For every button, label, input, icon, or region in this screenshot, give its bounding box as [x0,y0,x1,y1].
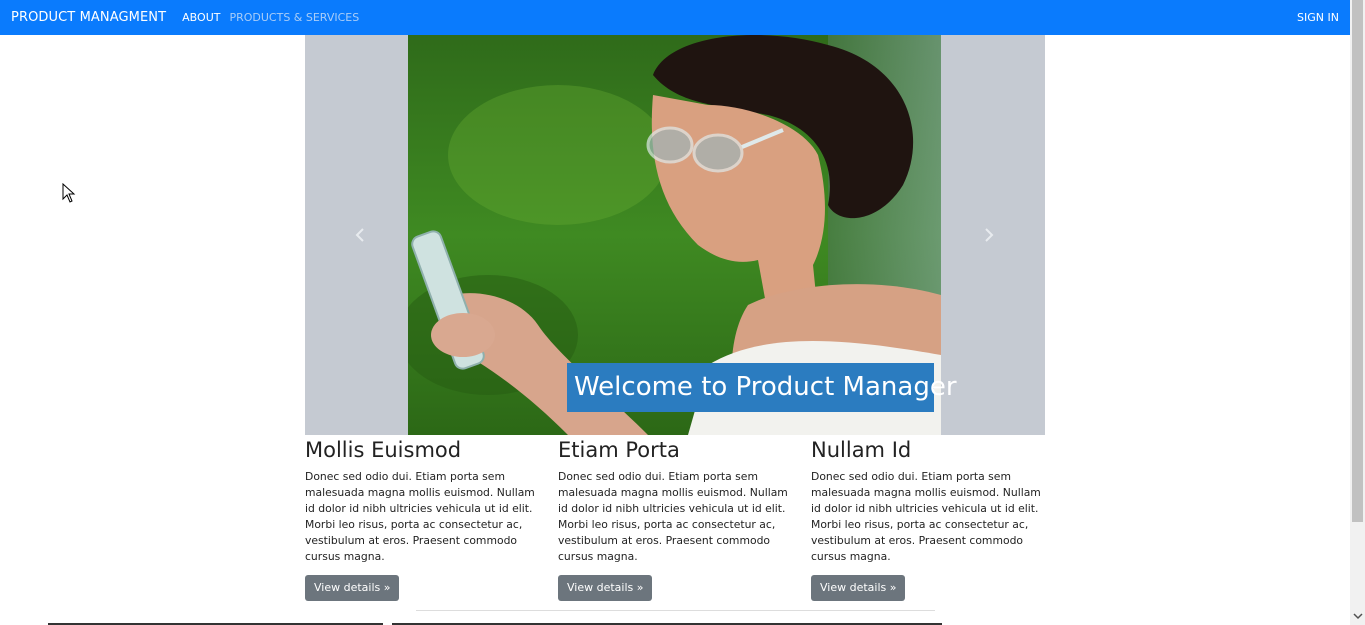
feature-column-1: Mollis Euismod Donec sed odio dui. Etiam… [305,437,540,601]
scrollbar-thumb[interactable] [1352,0,1363,522]
sign-in-link[interactable]: SIGN IN [1297,11,1339,24]
top-navbar: PRODUCT MANAGMENT ABOUT PRODUCTS & SERVI… [0,0,1350,35]
feature-text: Donec sed odio dui. Etiam porta sem male… [558,470,788,563]
nav-products-link[interactable]: PRODUCTS & SERVICES [229,11,359,24]
feature-text: Donec sed odio dui. Etiam porta sem male… [811,470,1041,563]
brand-link[interactable]: PRODUCT MANAGMENT [11,10,166,25]
view-details-button[interactable]: View details » [558,575,653,601]
feature-column-2: Etiam Porta Donec sed odio dui. Etiam po… [558,437,793,601]
feature-title: Nullam Id [811,438,912,462]
carousel-next-button[interactable] [979,223,999,247]
feature-title: Mollis Euismod [305,438,462,462]
feature-column-3: Nullam Id Donec sed odio dui. Etiam port… [811,437,1046,601]
hero-carousel: Welcome to Product Manager [305,35,1045,435]
feature-title: Etiam Porta [558,438,680,462]
chevron-right-icon [985,228,994,242]
nav-about-link[interactable]: ABOUT [182,11,220,24]
view-details-button[interactable]: View details » [305,575,400,601]
scroll-down-arrow-icon[interactable] [1353,611,1363,621]
chevron-left-icon [355,228,364,242]
feature-text: Donec sed odio dui. Etiam porta sem male… [305,470,535,563]
section-divider [416,610,935,611]
carousel-prev-button[interactable] [350,223,370,247]
view-details-button[interactable]: View details » [811,575,906,601]
mouse-cursor-icon [62,183,76,203]
carousel-caption: Welcome to Product Manager [567,363,957,412]
